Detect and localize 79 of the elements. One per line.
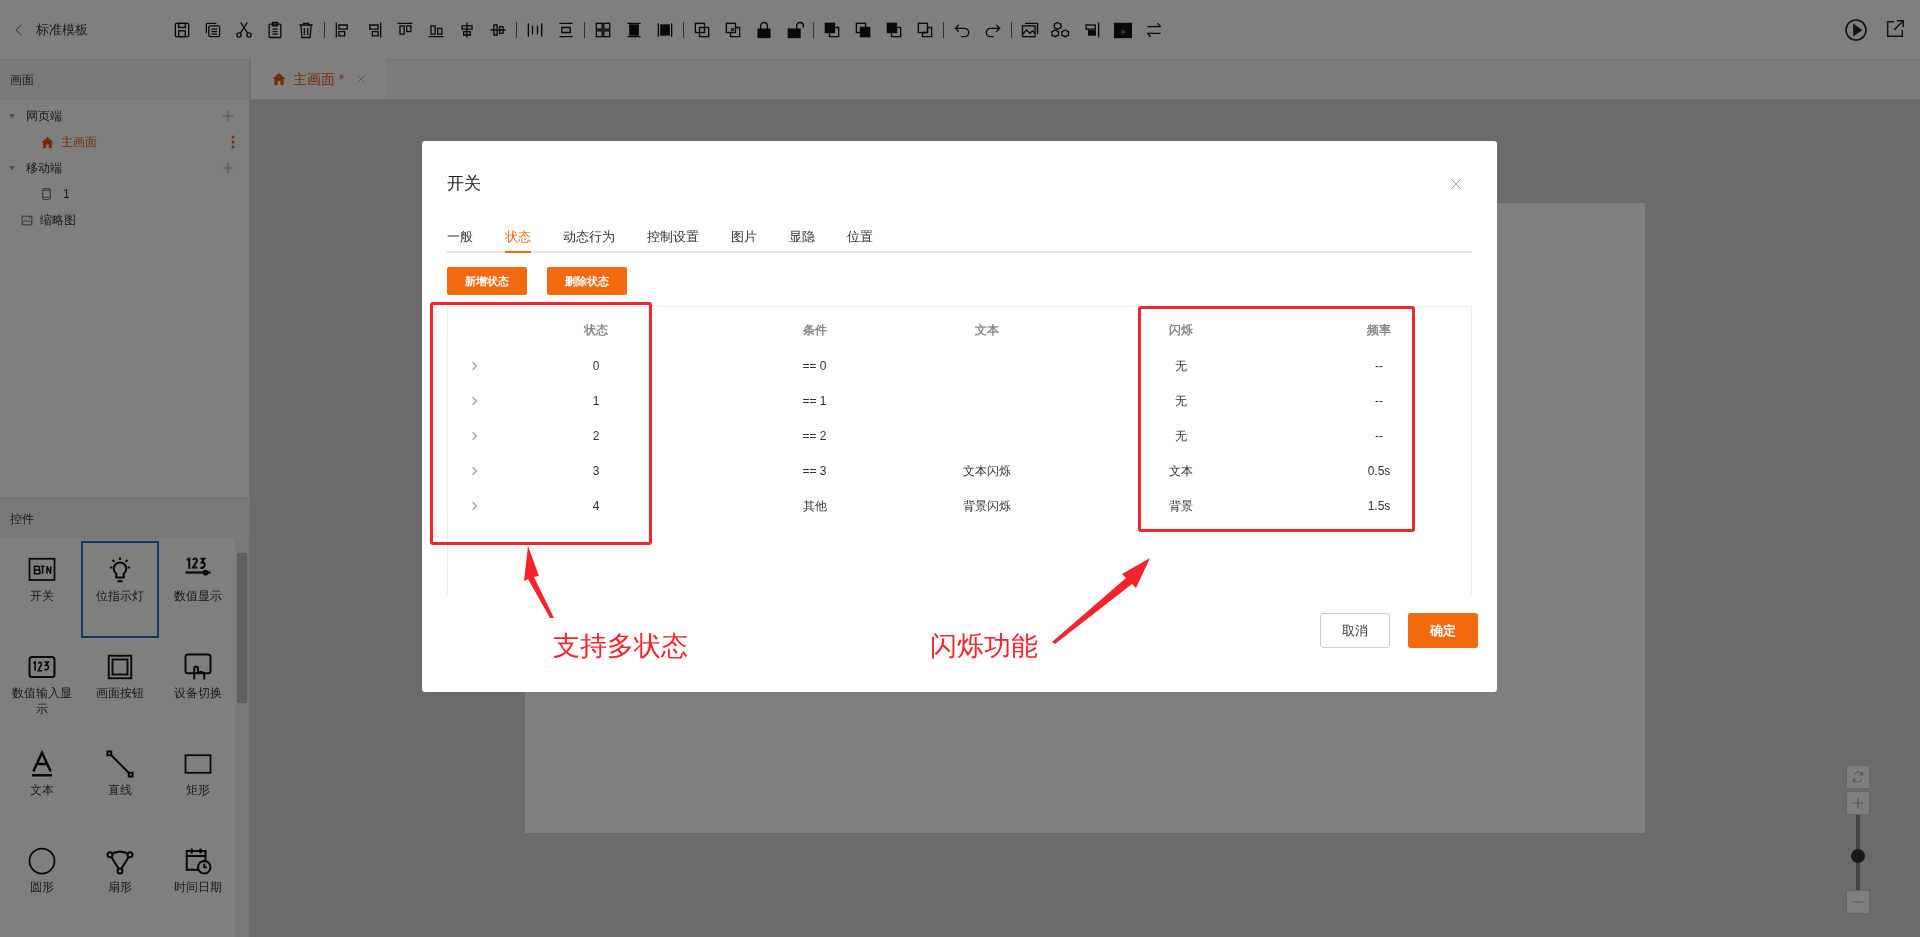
tree-item[interactable]: 缩略图 bbox=[0, 207, 249, 233]
template-name[interactable]: 标准模板 bbox=[36, 19, 88, 40]
table-cell-text: 4 bbox=[592, 497, 600, 515]
dialog-tab[interactable]: 控制设置 bbox=[647, 223, 699, 253]
annotation-text: 闪烁功能 bbox=[930, 630, 1038, 663]
table-cell-text: 无 bbox=[1175, 427, 1187, 445]
dialog-title: 开关 bbox=[447, 173, 481, 196]
control-item[interactable]: 数值输入显示 bbox=[3, 638, 81, 735]
table-cell-text: == 1 bbox=[802, 392, 827, 410]
control-item[interactable]: 画面按钮 bbox=[81, 638, 159, 735]
control-item[interactable]: 扇形 bbox=[81, 832, 159, 929]
close-icon[interactable] bbox=[1450, 178, 1462, 190]
table-cell-text: == 0 bbox=[802, 357, 827, 375]
image-icon bbox=[20, 213, 34, 227]
dialog-tab[interactable]: 状态 bbox=[505, 223, 531, 253]
table-cell-text: 文本 bbox=[1169, 462, 1193, 480]
external-link-icon[interactable] bbox=[1884, 17, 1906, 40]
dialog-tab[interactable]: 图片 bbox=[731, 223, 757, 253]
editor-tab[interactable]: 主画面 * bbox=[251, 59, 386, 99]
dialog-tab[interactable]: 动态行为 bbox=[563, 223, 615, 253]
annotation-text: 支持多状态 bbox=[553, 630, 688, 663]
panel-header: 控件 bbox=[0, 498, 249, 538]
control-item[interactable]: 位指示灯 bbox=[81, 541, 159, 638]
panel-header: 画面 bbox=[0, 60, 249, 100]
slider-thumb[interactable] bbox=[1851, 848, 1865, 863]
delete-state-button[interactable]: 删除状态 bbox=[547, 267, 627, 295]
table-cell-text: 1.5s bbox=[1367, 497, 1391, 515]
control-item[interactable]: 文本 bbox=[3, 735, 81, 832]
table-cell-text: 其他 bbox=[802, 497, 827, 515]
table-cell-text: 无 bbox=[1175, 357, 1187, 375]
column-header: 状态 bbox=[584, 322, 608, 339]
table-cell-text: 背景闪烁 bbox=[963, 497, 1011, 515]
table-cell-text: -- bbox=[1375, 427, 1383, 445]
column-header: 频率 bbox=[1367, 322, 1391, 339]
tree-item[interactable]: 1 bbox=[0, 181, 249, 207]
table-cell-text: 2 bbox=[592, 427, 600, 445]
framed-square-icon bbox=[105, 652, 135, 682]
dialog-tab[interactable]: 一般 bbox=[447, 223, 473, 253]
column-header: 文本 bbox=[975, 322, 999, 339]
play-icon[interactable] bbox=[1844, 17, 1868, 42]
table-cell-text: 1 bbox=[592, 392, 600, 410]
control-item[interactable]: 圆形 bbox=[3, 832, 81, 929]
control-item[interactable]: 直线 bbox=[81, 735, 159, 832]
cancel-button[interactable]: 取消 bbox=[1320, 613, 1390, 648]
dialog-tab[interactable]: 显隐 bbox=[789, 223, 815, 253]
control-item[interactable]: 开关 bbox=[3, 541, 81, 638]
home-icon bbox=[40, 134, 55, 150]
circle-icon bbox=[27, 846, 57, 876]
table-cell-text: == 3 bbox=[802, 462, 827, 480]
scrollbar[interactable] bbox=[235, 538, 249, 937]
dialog-tab[interactable]: 位置 bbox=[847, 223, 873, 253]
control-item[interactable]: 时间日期 bbox=[159, 832, 237, 929]
control-item[interactable]: 设备切换 bbox=[159, 638, 237, 735]
table-cell-text: -- bbox=[1375, 357, 1383, 375]
control-item[interactable]: 矩形 bbox=[159, 735, 237, 832]
scrollbar-thumb[interactable] bbox=[237, 553, 247, 703]
column-header: 闪烁 bbox=[1169, 322, 1193, 339]
table-cell-text: 背景 bbox=[1169, 497, 1193, 515]
cubes-icon[interactable] bbox=[1051, 19, 1071, 40]
table-cell-text: -- bbox=[1375, 392, 1383, 410]
zoom-slider[interactable] bbox=[1851, 815, 1865, 890]
column-header: 条件 bbox=[802, 322, 827, 339]
more-vertical-icon[interactable] bbox=[231, 135, 235, 149]
table-cell-text: 3 bbox=[592, 462, 600, 480]
table-cell-text: 文本闪烁 bbox=[963, 462, 1011, 480]
confirm-button[interactable]: 确定 bbox=[1408, 613, 1478, 648]
tree-item[interactable]: 主画面 bbox=[0, 129, 249, 155]
mobile-phone-icon bbox=[40, 186, 53, 202]
hand-pointer-icon bbox=[183, 652, 213, 682]
unlock-icon[interactable] bbox=[785, 19, 805, 40]
add-state-button[interactable]: 新增状态 bbox=[447, 267, 527, 295]
table-cell-text: 0 bbox=[592, 357, 600, 375]
line-icon bbox=[105, 749, 135, 779]
table-cell-text: 0.5s bbox=[1367, 462, 1391, 480]
table-cell-text: 无 bbox=[1175, 392, 1187, 410]
table-cell-text: == 2 bbox=[802, 427, 827, 445]
home-icon bbox=[270, 71, 287, 87]
calendar-clock-icon bbox=[183, 846, 213, 876]
control-item[interactable]: 数值显示 bbox=[159, 541, 237, 638]
